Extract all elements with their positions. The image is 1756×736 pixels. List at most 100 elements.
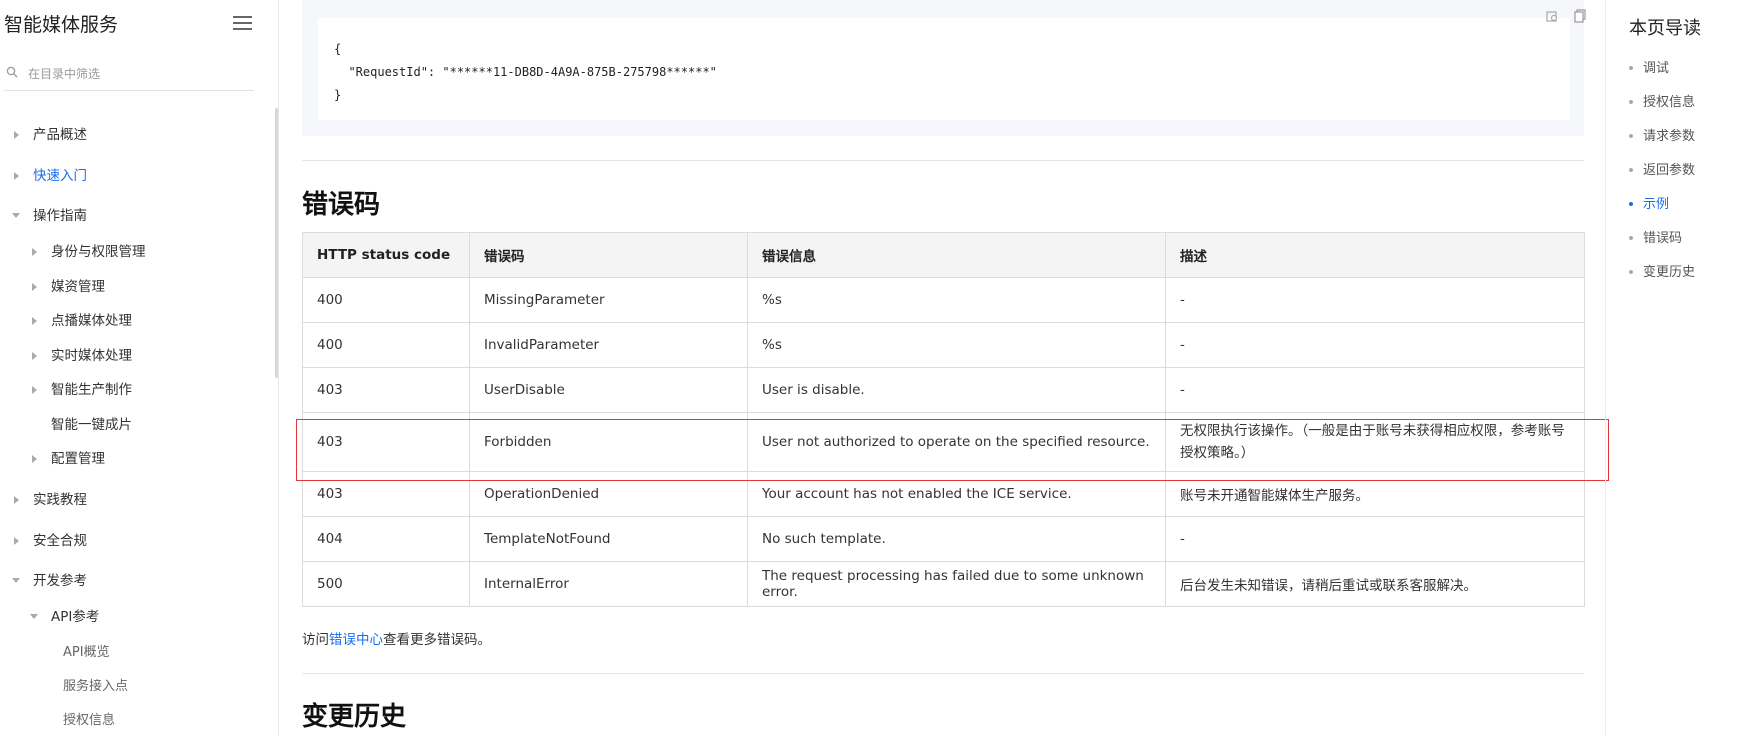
toc-item[interactable]: 错误码 [1629, 227, 1682, 246]
status-code-cell: 404 [302, 516, 470, 562]
toc-item-active[interactable]: 示例 [1629, 193, 1669, 212]
toc-title: 本页导读 [1629, 18, 1701, 39]
expand-icon[interactable] [14, 172, 19, 180]
table-row: 403 OperationDenied Your account has not… [302, 471, 1585, 517]
nav-item[interactable]: 实践教程 [33, 491, 87, 509]
section-divider [302, 673, 1584, 674]
nav-item[interactable]: 安全合规 [33, 532, 87, 550]
status-code-cell: 403 [302, 471, 470, 517]
error-message-cell: The request processing has failed due to… [747, 561, 1166, 607]
nav-item[interactable]: 产品概述 [33, 126, 87, 144]
error-message-cell: User is disable. [747, 367, 1166, 413]
column-header: 错误信息 [747, 232, 1166, 278]
code-line: { [334, 42, 342, 56]
nav-item[interactable]: 授权信息 [63, 712, 115, 730]
error-message-cell: User not authorized to operate on the sp… [747, 412, 1166, 472]
error-code-cell: InvalidParameter [469, 322, 748, 368]
menu-icon[interactable] [233, 16, 252, 31]
nav-item[interactable]: 操作指南 [33, 207, 87, 225]
code-panel: { "RequestId": "******11-DB8D-4A9A-875B-… [318, 18, 1570, 120]
column-header: 描述 [1165, 232, 1585, 278]
error-code-cell: Forbidden [469, 412, 748, 472]
description-cell: 无权限执行该操作。（一般是由于账号未获得相应权限，参考账号授权策略。） [1165, 412, 1585, 472]
nav-item[interactable]: 媒资管理 [51, 278, 105, 296]
expand-icon[interactable] [32, 283, 37, 291]
sidebar: 智能媒体服务 产品概述 快速入门 操作指南 身份与权限管理 媒资管理 点播媒体处… [0, 0, 279, 736]
table-row: 400 InvalidParameter %s - [302, 322, 1585, 368]
bullet-icon [1629, 269, 1633, 274]
toc-item[interactable]: 返回参数 [1629, 159, 1695, 178]
table-row: 403 UserDisable User is disable. - [302, 367, 1585, 413]
nav-item[interactable]: 点播媒体处理 [51, 312, 132, 330]
error-code-cell: InternalError [469, 561, 748, 607]
table-row: 500 InternalError The request processing… [302, 561, 1585, 607]
search-icon [6, 66, 18, 78]
nav-item[interactable]: 身份与权限管理 [51, 243, 146, 261]
error-code-cell: TemplateNotFound [469, 516, 748, 562]
error-code-table: HTTP status code 错误码 错误信息 描述 400 Missing… [302, 232, 1585, 607]
toc-item-label: 变更历史 [1643, 265, 1696, 280]
note-prefix: 访问 [302, 632, 329, 648]
description-cell: - [1165, 367, 1585, 413]
expand-icon[interactable] [14, 131, 19, 139]
sidebar-title[interactable]: 智能媒体服务 [4, 10, 118, 37]
table-row: 403 Forbidden User not authorized to ope… [302, 412, 1585, 472]
toc-item[interactable]: 授权信息 [1629, 91, 1695, 110]
error-code-heading: 错误码 [302, 190, 381, 220]
column-header: 错误码 [469, 232, 748, 278]
nav-item[interactable]: API概览 [63, 644, 110, 662]
nav-item[interactable]: 服务接入点 [63, 678, 128, 696]
status-code-cell: 403 [302, 367, 470, 413]
toc-item[interactable]: 调试 [1629, 57, 1669, 76]
toc-item[interactable]: 变更历史 [1629, 261, 1695, 280]
filter-input[interactable] [26, 63, 250, 85]
expand-icon[interactable] [32, 386, 37, 394]
expand-icon[interactable] [32, 455, 37, 463]
description-cell: - [1165, 516, 1585, 562]
bullet-icon [1629, 133, 1633, 138]
toc-item-label: 授权信息 [1643, 95, 1696, 110]
code-content: { "RequestId": "******11-DB8D-4A9A-875B-… [334, 38, 717, 107]
expand-icon[interactable] [32, 317, 37, 325]
nav-item[interactable]: 智能生产制作 [51, 381, 132, 399]
error-message-cell: No such template. [747, 516, 1166, 562]
bullet-icon [1629, 201, 1633, 206]
copy-icon[interactable] [1572, 8, 1588, 24]
status-code-cell: 400 [302, 322, 470, 368]
nav-item[interactable]: 实时媒体处理 [51, 347, 132, 365]
table-row: 404 TemplateNotFound No such template. - [302, 516, 1585, 562]
error-center-link[interactable]: 错误中心 [329, 632, 383, 648]
expand-icon[interactable] [14, 537, 19, 545]
toc-item[interactable]: 请求参数 [1629, 125, 1695, 144]
nav-item[interactable]: 开发参考 [33, 572, 87, 590]
collapse-icon[interactable] [12, 213, 20, 218]
toc-item-label: 返回参数 [1643, 163, 1696, 178]
expand-code-icon[interactable] [1544, 8, 1560, 24]
bullet-icon [1629, 167, 1633, 172]
error-code-cell: MissingParameter [469, 277, 748, 323]
error-message-cell: %s [747, 322, 1166, 368]
toc-item-label: 请求参数 [1643, 129, 1696, 144]
table-header-row: HTTP status code 错误码 错误信息 描述 [302, 232, 1585, 278]
toc-item-label: 错误码 [1643, 231, 1683, 246]
note-suffix: 查看更多错误码。 [383, 632, 491, 648]
sidebar-scrollbar[interactable] [275, 108, 278, 378]
filter-box [4, 60, 254, 91]
nav-item[interactable]: 配置管理 [51, 450, 105, 468]
expand-icon[interactable] [32, 352, 37, 360]
expand-icon[interactable] [14, 496, 19, 504]
nav-item[interactable]: 智能一键成片 [51, 416, 132, 434]
nav-item[interactable]: API参考 [51, 608, 99, 626]
bullet-icon [1629, 99, 1633, 104]
code-line: "RequestId": "******11-DB8D-4A9A-875B-27… [334, 65, 717, 79]
collapse-icon[interactable] [30, 614, 38, 619]
toc-item-label: 调试 [1643, 61, 1670, 76]
nav-item[interactable]: 快速入门 [33, 167, 87, 185]
description-cell: - [1165, 322, 1585, 368]
expand-icon[interactable] [32, 248, 37, 256]
column-header: HTTP status code [302, 232, 470, 278]
description-cell: - [1165, 277, 1585, 323]
error-code-cell: UserDisable [469, 367, 748, 413]
status-code-cell: 500 [302, 561, 470, 607]
collapse-icon[interactable] [12, 578, 20, 583]
